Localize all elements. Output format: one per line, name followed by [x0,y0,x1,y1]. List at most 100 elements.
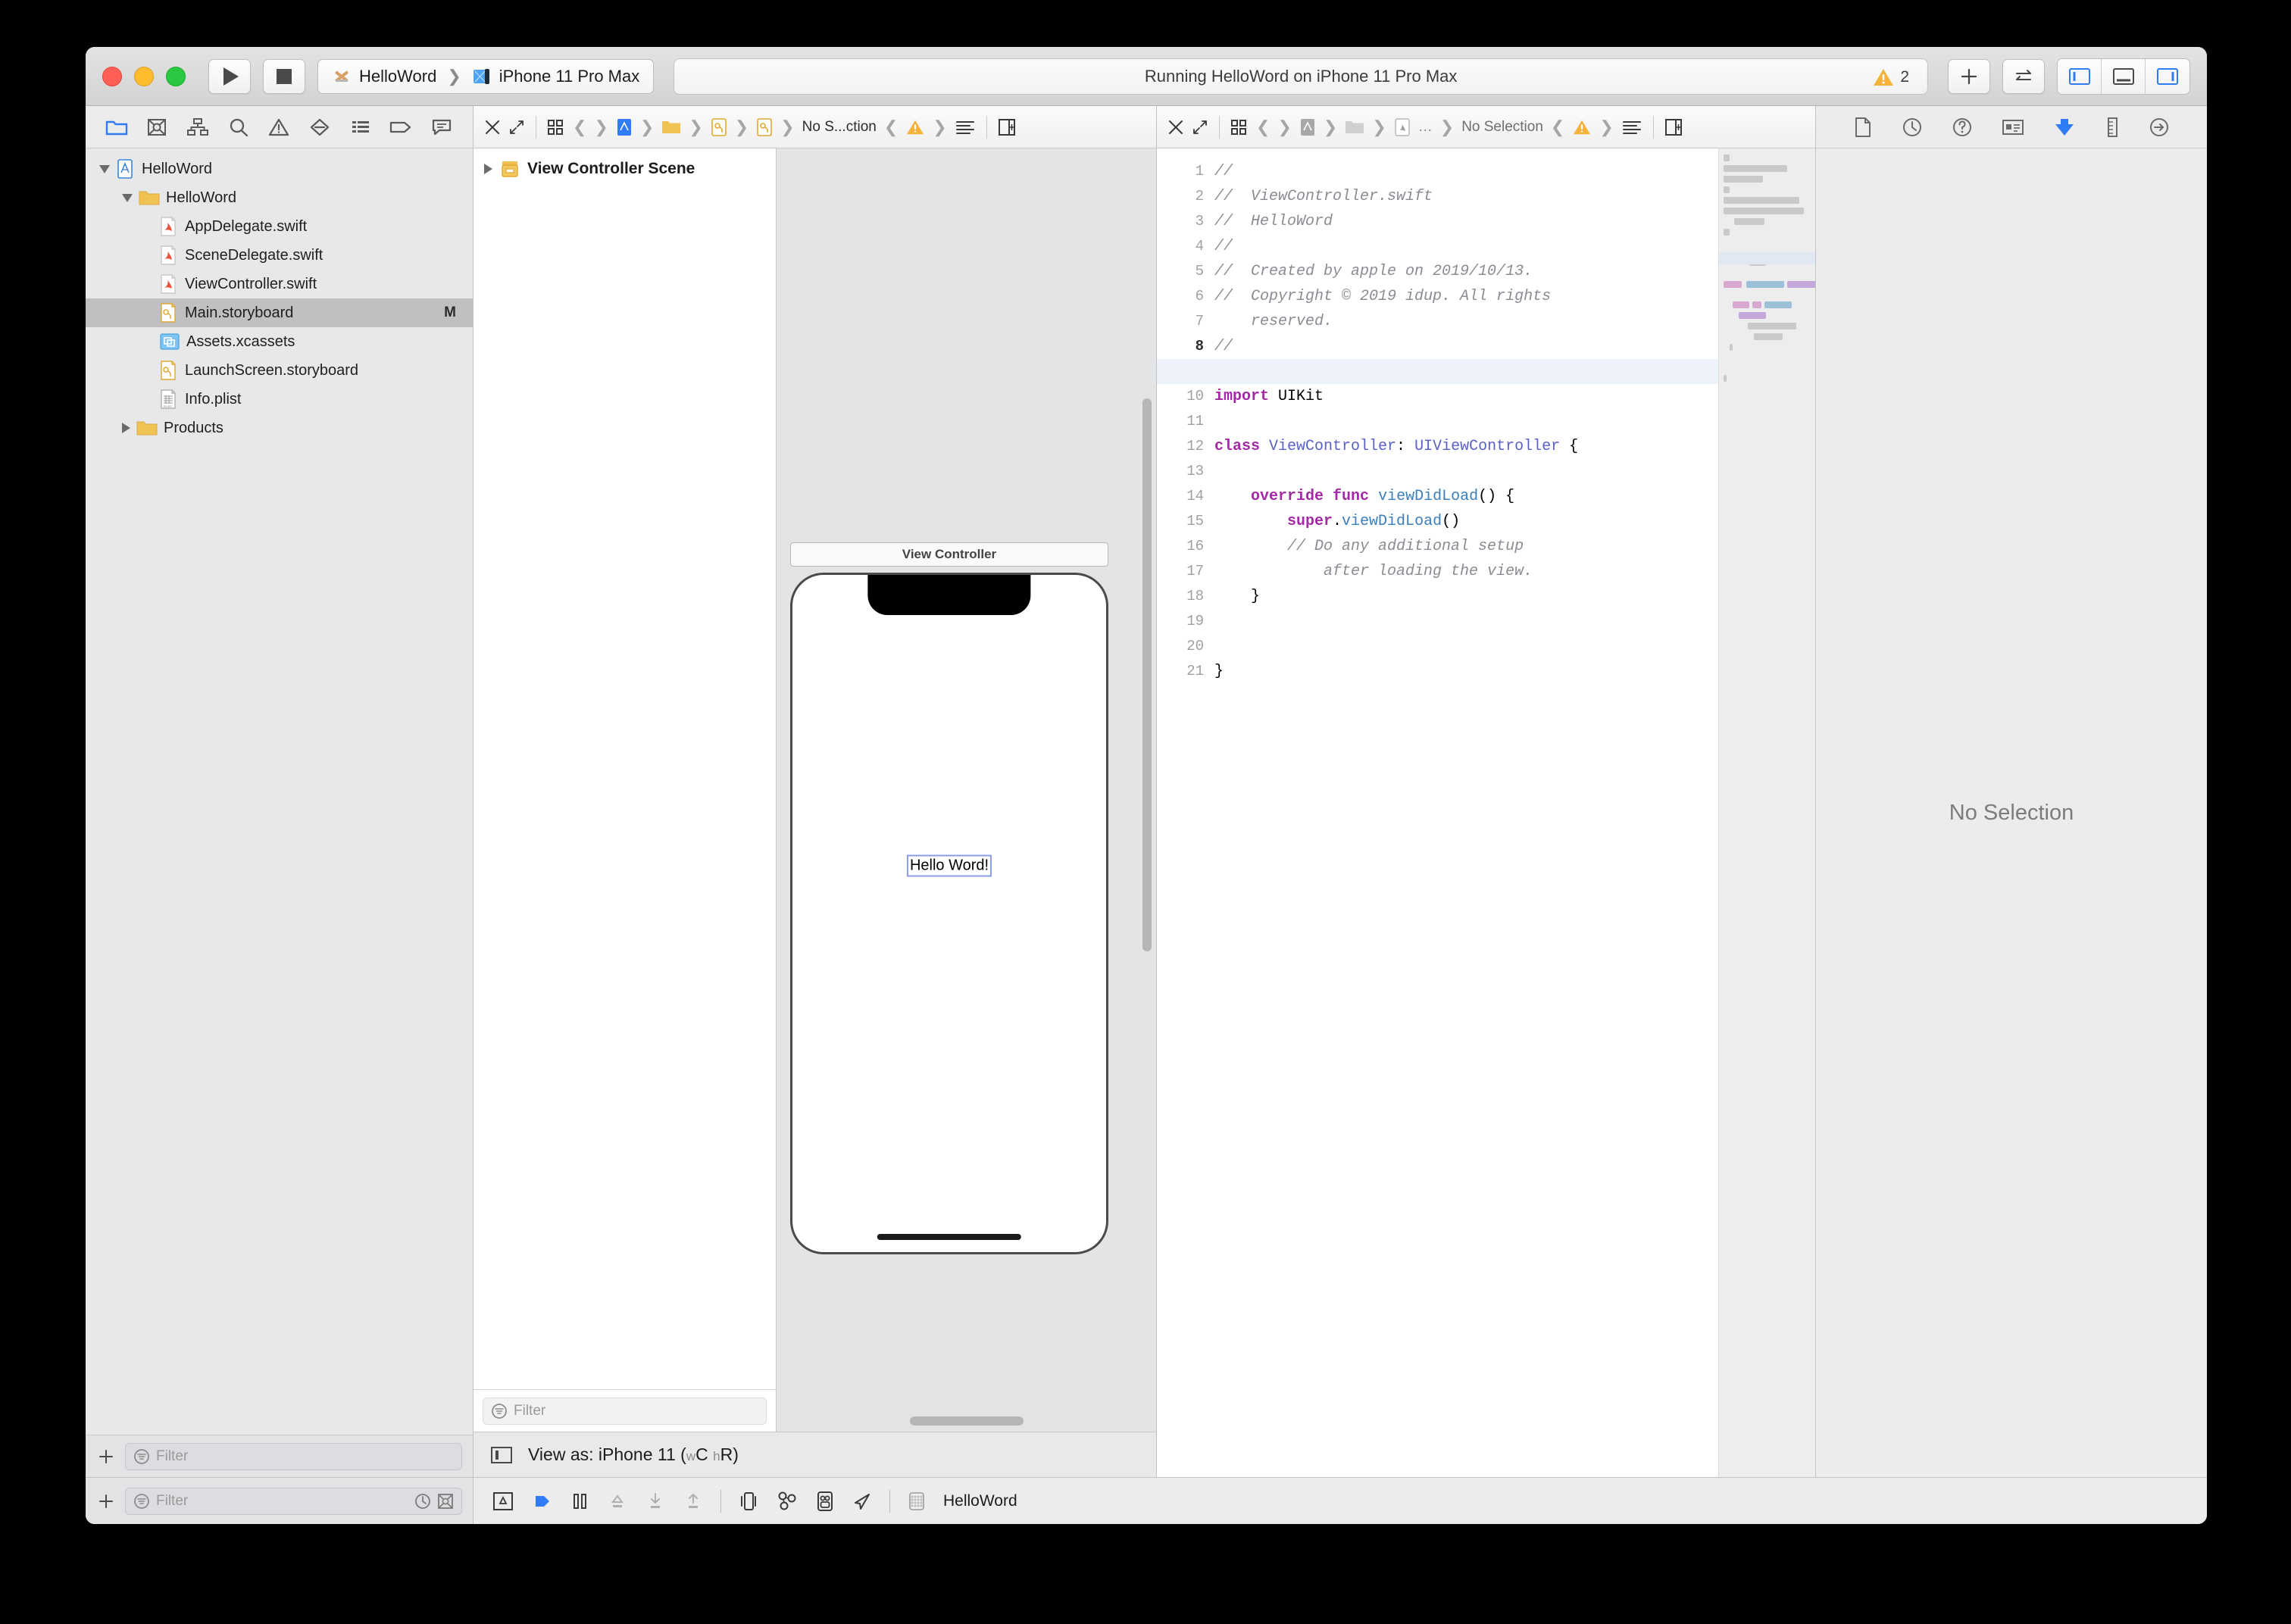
line-number: 4 [1157,234,1204,259]
previous-issue-button[interactable]: ❮ [884,117,898,137]
add-editor-button[interactable] [1948,59,1990,94]
file-tree-row[interactable]: HelloWord [86,155,473,183]
navigator-filter-input[interactable]: Filter [125,1443,462,1470]
memory-graph-icon[interactable] [776,1490,799,1513]
file-tree-row[interactable]: LaunchScreen.storyboard [86,356,473,385]
stop-button[interactable] [263,59,305,94]
nav-tab-report-navigator[interactable] [427,114,457,140]
run-button[interactable] [208,59,251,94]
document-items-icon[interactable] [1621,119,1642,136]
nav-tab-breakpoint-navigator[interactable] [386,114,416,140]
nav-tab-test-navigator[interactable] [305,114,335,140]
plus-icon[interactable] [96,1447,116,1466]
disclosure-triangle-icon[interactable] [122,423,130,433]
folder-icon[interactable] [661,119,681,136]
forward-button[interactable]: ❯ [594,117,608,137]
previous-issue-button[interactable]: ❮ [1551,117,1564,137]
related-items-icon[interactable] [547,119,565,136]
back-button[interactable]: ❮ [573,117,586,137]
maximize-window-button[interactable] [166,67,186,86]
location-arrow-icon[interactable] [852,1490,873,1513]
xcode-project-icon[interactable] [1299,118,1316,136]
next-issue-button[interactable]: ❯ [1599,117,1613,137]
nav-tab-debug-navigator[interactable] [345,114,376,140]
close-icon[interactable] [1167,119,1184,136]
disclosure-triangle-icon[interactable] [99,165,110,173]
inspector-tab-identity-inspector[interactable] [2002,117,2024,137]
file-tree-row[interactable]: Main.storyboardM [86,298,473,327]
inspector-tab-size-inspector[interactable] [2105,117,2120,138]
canvas-horizontal-scrollbar[interactable] [910,1416,1024,1426]
clock-icon[interactable] [414,1493,431,1510]
related-items-icon[interactable] [1230,119,1249,136]
file-tree-row[interactable]: ViewController.swift [86,270,473,298]
document-items-icon[interactable] [955,119,976,136]
clear-icon[interactable] [437,1493,454,1510]
scene-title-bar[interactable]: View Controller [790,542,1108,567]
nav-tab-issue-navigator[interactable] [264,114,294,140]
activity-status-bar[interactable]: Running HelloWord on iPhone 11 Pro Max 2 [674,58,1928,95]
storyboard-file-icon[interactable] [711,118,727,136]
document-outline-toggle-icon[interactable] [490,1446,513,1464]
back-button[interactable]: ❮ [1256,117,1270,137]
expand-icon[interactable] [508,119,525,136]
file-tree-row[interactable]: AppDelegate.swift [86,212,473,241]
file-tree-row[interactable]: Products [86,414,473,442]
pause-icon[interactable] [570,1490,590,1513]
disclosure-triangle-icon[interactable] [484,164,492,174]
warning-badge[interactable]: 2 [1862,62,1920,92]
xcode-project-icon[interactable] [616,118,633,136]
toggle-inspector-button[interactable] [2146,59,2189,94]
storyboard-editor: ❮ ❯ ❯ ❯ ❯ [474,106,1157,1477]
inspector-tab-connections-inspector[interactable] [2149,117,2170,138]
code-selection-label[interactable]: No Selection [1461,119,1543,136]
warning-triangle-icon[interactable] [905,118,925,136]
device-preview[interactable]: Hello Word! [790,573,1108,1254]
close-window-button[interactable] [102,67,122,86]
filter-icon [133,1448,150,1465]
environment-overrides-icon[interactable] [815,1490,835,1513]
next-issue-button[interactable]: ❯ [933,117,946,137]
warning-triangle-icon[interactable] [1572,118,1592,136]
storyboard-canvas[interactable]: View Controller Hello Word! [777,148,1156,1432]
inspector-tab-quick-help-inspector[interactable] [1952,117,1973,138]
file-tree-row[interactable]: Assets.xcassets [86,327,473,356]
close-icon[interactable] [484,119,501,136]
debug-filter-input[interactable]: Filter [125,1488,462,1515]
nav-tab-source-control-navigator[interactable] [142,114,172,140]
file-tree-row[interactable]: SceneDelegate.swift [86,241,473,270]
inspector-tab-attributes-inspector[interactable] [2053,117,2076,138]
inspector-tab-file-inspector[interactable] [1853,117,1873,138]
toggle-navigator-button[interactable] [2058,59,2102,94]
continue-arrow-icon[interactable] [531,1490,554,1513]
canvas-vertical-scrollbar[interactable] [1142,398,1152,951]
nav-tab-symbol-navigator[interactable] [183,114,213,140]
file-tree-row[interactable]: PLISTInfo.plist [86,385,473,414]
storyboard-file-icon[interactable] [756,118,773,136]
file-tree-row[interactable]: HelloWord [86,183,473,212]
disclosure-triangle-icon[interactable] [122,194,133,202]
view-hierarchy-icon[interactable] [738,1490,759,1513]
outline-filter-input[interactable]: Filter [483,1398,767,1425]
assistant-editor-icon[interactable] [1664,118,1683,136]
forward-button[interactable]: ❯ [1277,117,1291,137]
outline-row-view-controller-scene[interactable]: View Controller Scene [484,159,776,179]
nav-tab-project-navigator[interactable] [102,114,132,140]
view-as-control[interactable]: View as: iPhone 11 (wC hR) [528,1444,739,1465]
debug-area-icon[interactable] [492,1490,514,1513]
expand-icon[interactable] [1192,119,1208,136]
toggle-debug-area-button[interactable] [2102,59,2146,94]
code-minimap[interactable] [1718,148,1815,1477]
plus-icon[interactable] [96,1491,116,1511]
editor-options-button[interactable] [2002,59,2045,94]
minimize-window-button[interactable] [134,67,154,86]
swift-file-icon[interactable] [1394,118,1411,136]
nav-tab-find-navigator[interactable] [223,114,254,140]
scheme-selector[interactable]: HelloWord ❯ iPhone 11 Pro Max [317,59,654,94]
inspector-tab-history-inspector[interactable] [1902,117,1923,138]
hello-word-label[interactable]: Hello Word! [907,855,992,877]
assistant-editor-icon[interactable] [998,118,1016,136]
code-text-area[interactable]: 123456789101112131415161718192021 //// V… [1157,148,1815,1477]
storyboard-selection-label[interactable]: No S...ction [802,119,877,136]
folder-icon[interactable] [1345,119,1364,136]
